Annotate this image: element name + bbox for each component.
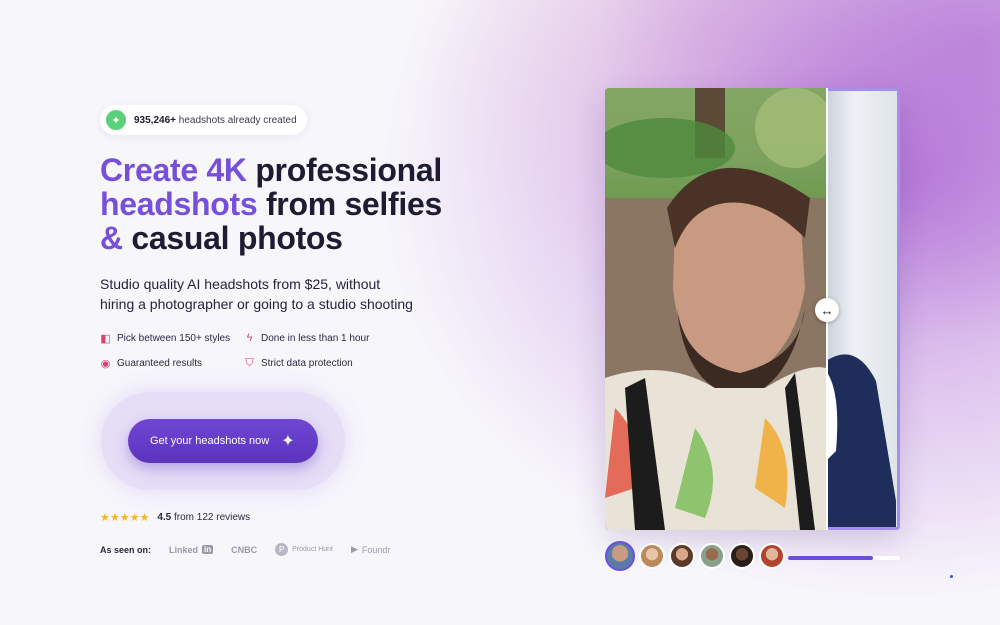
- award-icon: ◉: [100, 357, 111, 370]
- linkedin-logo[interactable]: Linked in: [169, 545, 214, 555]
- before-selfie-photo: [605, 88, 826, 530]
- styles-icon: ◧: [100, 332, 111, 345]
- avatar[interactable]: [669, 543, 695, 569]
- get-headshots-button[interactable]: Get your headshots now ✦: [128, 419, 318, 463]
- example-avatars: [605, 541, 785, 571]
- progress-fill: [788, 556, 874, 560]
- cnbc-logo[interactable]: CNBC: [231, 545, 257, 555]
- feature-list: ◧ Pick between 150+ styles ϟ Done in les…: [100, 331, 400, 370]
- rating-stars: ★★★★★: [100, 512, 150, 524]
- before-after-comparison[interactable]: ↔: [605, 88, 900, 530]
- lightning-icon: ϟ: [246, 332, 253, 344]
- compare-slider-handle[interactable]: ↔: [815, 298, 839, 322]
- hero-subtitle: Studio quality AI headshots from $25, wi…: [100, 276, 413, 312]
- feature-item: ◧ Pick between 150+ styles: [100, 332, 231, 345]
- shield-icon: ⛉: [245, 356, 254, 369]
- carousel-progress-bar: [788, 556, 900, 560]
- headshots-count-badge: ✦ 935,246+ headshots already created: [100, 105, 307, 135]
- sparkle-icon: ✦: [281, 433, 295, 450]
- feature-item: ◉ Guaranteed results: [100, 357, 203, 370]
- as-seen-on: As seen on: Linked in CNBC P Product Hunt …: [100, 543, 391, 556]
- foundr-logo[interactable]: ▶ Foundr: [351, 544, 390, 555]
- feature-item: ⛉ Strict data protection: [245, 356, 353, 369]
- avatar[interactable]: [639, 543, 665, 569]
- rating-summary: ★★★★★ 4.5 from 122 reviews: [100, 512, 251, 524]
- decorative-dot: [950, 575, 953, 578]
- headline-line3: casual photos: [131, 220, 343, 256]
- avatar[interactable]: [729, 543, 755, 569]
- avatar[interactable]: [605, 541, 635, 571]
- badge-text: 935,246+ headshots already created: [134, 114, 297, 126]
- hero-headline: Create 4K professional headshots from se…: [100, 152, 442, 256]
- feature-item: ϟ Done in less than 1 hour: [244, 331, 394, 345]
- product-hunt-logo[interactable]: P Product Hunt: [275, 543, 333, 556]
- avatar[interactable]: [699, 543, 725, 569]
- avatar[interactable]: [759, 543, 785, 569]
- sparkle-icon: ✦: [106, 110, 126, 130]
- arrows-horizontal-icon: ↔: [820, 302, 834, 318]
